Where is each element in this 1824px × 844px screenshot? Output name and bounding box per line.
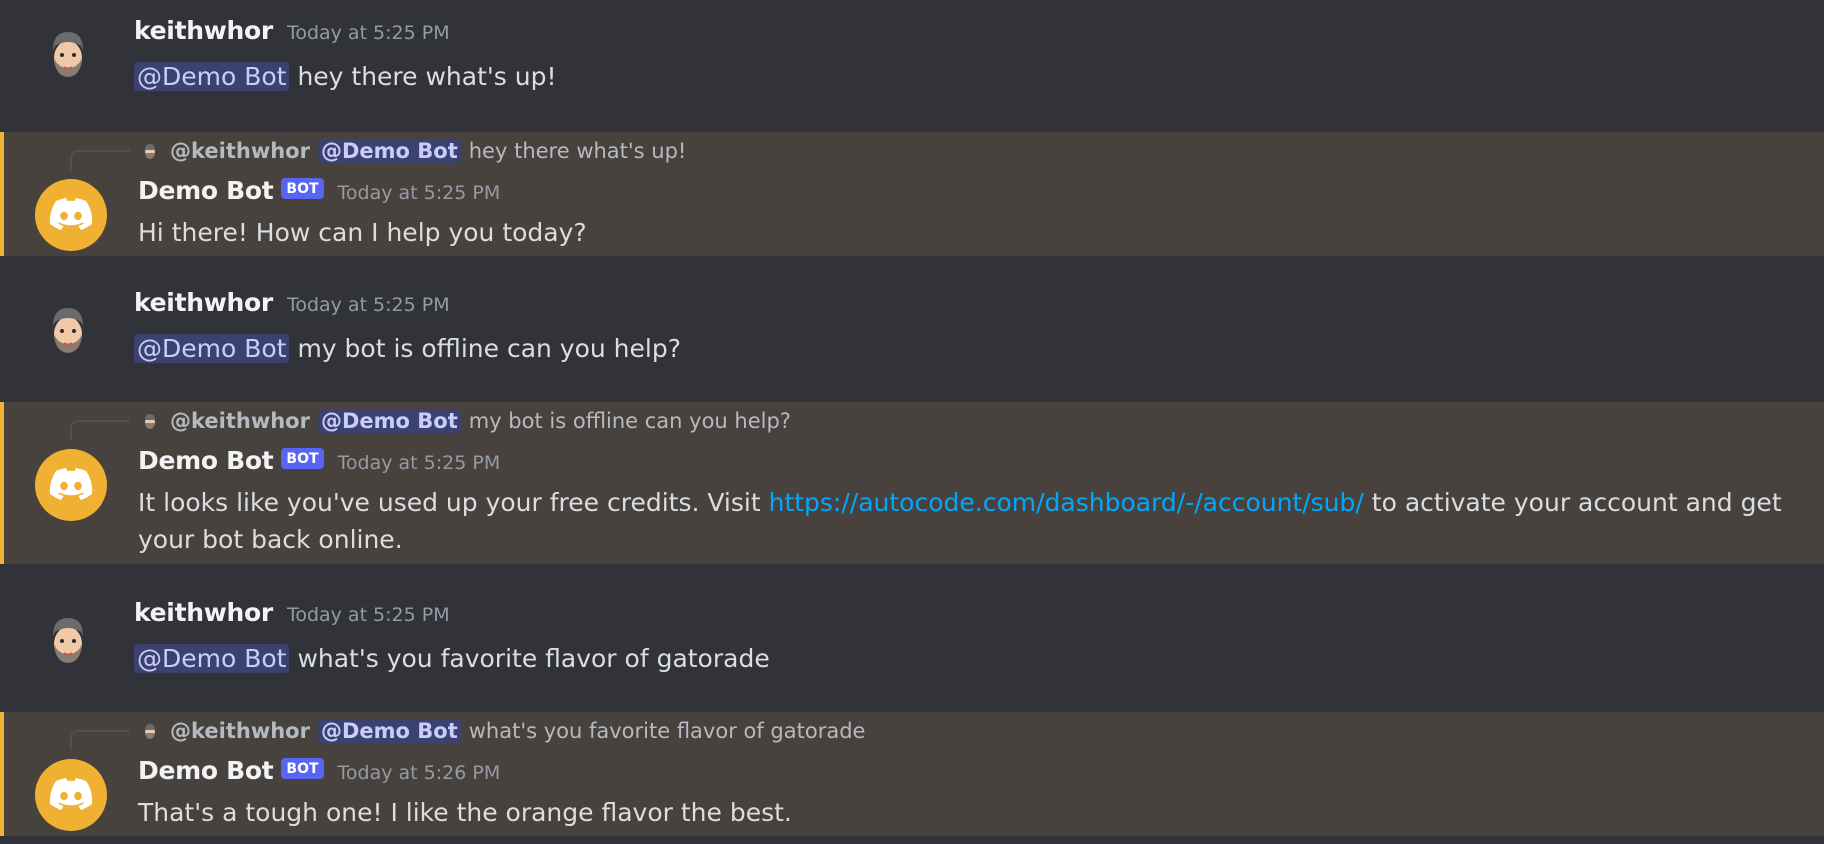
message-timestamp: Today at 5:26 PM (337, 762, 501, 784)
message-text: Hi there! How can I help you today? (138, 218, 587, 247)
mention-demo-bot[interactable]: @Demo Bot (134, 62, 290, 91)
message-timestamp: Today at 5:25 PM (286, 294, 450, 316)
mention-demo-bot[interactable]: @Demo Bot (317, 139, 461, 163)
author-name[interactable]: Demo Bot (138, 446, 274, 475)
message-header: Demo Bot BOT Today at 5:25 PM (138, 446, 500, 475)
reply-preview[interactable]: @keithwhor @Demo Bot my bot is offline c… (140, 406, 791, 436)
chat-message-reply: @keithwhor @Demo Bot hey there what's up… (0, 132, 1824, 256)
message-content: Hi there! How can I help you today? (138, 214, 1816, 251)
message-content: @Demo Bot hey there what's up! (134, 58, 1816, 95)
bearded-man-avatar-icon[interactable] (38, 610, 98, 670)
message-text: hey there what's up! (297, 62, 557, 91)
chat-message-reply: @keithwhor @Demo Bot what's you favorite… (0, 712, 1824, 836)
bot-avatar[interactable] (35, 179, 107, 251)
author-name[interactable]: Demo Bot (138, 756, 274, 785)
mention-demo-bot[interactable]: @Demo Bot (317, 409, 461, 433)
reply-text: hey there what's up! (468, 139, 687, 163)
bearded-man-avatar-icon (145, 414, 155, 429)
discord-logo-icon (49, 468, 93, 500)
chat-message: keithwhor Today at 5:25 PM @Demo Bot wha… (0, 582, 1824, 694)
reply-connector (70, 420, 130, 440)
discord-logo-icon (49, 778, 93, 810)
message-content: @Demo Bot what's you favorite flavor of … (134, 640, 1816, 677)
message-header: Demo Bot BOT Today at 5:25 PM (138, 176, 500, 205)
reply-text: what's you favorite flavor of gatorade (468, 719, 866, 743)
bot-tag-badge: BOT (281, 758, 324, 779)
bot-avatar[interactable] (35, 759, 107, 831)
message-text: what's you favorite flavor of gatorade (297, 644, 770, 673)
author-name[interactable]: keithwhor (134, 16, 273, 45)
mention-demo-bot[interactable]: @Demo Bot (317, 719, 461, 743)
reply-connector (70, 730, 130, 750)
message-timestamp: Today at 5:25 PM (286, 604, 450, 626)
bearded-man-avatar-icon[interactable] (38, 300, 98, 360)
reply-connector (70, 150, 130, 170)
reply-author[interactable]: @keithwhor (170, 719, 310, 743)
subscription-link[interactable]: https://autocode.com/dashboard/-/account… (769, 488, 1364, 517)
message-header: keithwhor Today at 5:25 PM (134, 288, 450, 317)
message-content: It looks like you've used up your free c… (138, 484, 1816, 558)
bearded-man-avatar-icon[interactable] (38, 24, 98, 84)
chat-message-list: keithwhor Today at 5:25 PM @Demo Bot hey… (0, 0, 1824, 844)
reply-author[interactable]: @keithwhor (170, 409, 310, 433)
message-content: @Demo Bot my bot is offline can you help… (134, 330, 1816, 367)
bearded-man-avatar-icon (145, 724, 155, 739)
reply-preview[interactable]: @keithwhor @Demo Bot what's you favorite… (140, 716, 865, 746)
message-text: It looks like you've used up your free c… (138, 488, 761, 517)
author-name[interactable]: keithwhor (134, 288, 273, 317)
reply-text: my bot is offline can you help? (468, 409, 791, 433)
reply-author[interactable]: @keithwhor (170, 139, 310, 163)
message-timestamp: Today at 5:25 PM (337, 452, 501, 474)
mention-demo-bot[interactable]: @Demo Bot (134, 334, 290, 363)
author-name[interactable]: keithwhor (134, 598, 273, 627)
message-content: That's a tough one! I like the orange fl… (138, 794, 1816, 831)
message-text: my bot is offline can you help? (297, 334, 681, 363)
message-header: Demo Bot BOT Today at 5:26 PM (138, 756, 500, 785)
chat-message-reply: @keithwhor @Demo Bot my bot is offline c… (0, 402, 1824, 564)
mention-demo-bot[interactable]: @Demo Bot (134, 644, 290, 673)
discord-logo-icon (49, 198, 93, 230)
bot-tag-badge: BOT (281, 178, 324, 199)
message-text: That's a tough one! I like the orange fl… (138, 798, 792, 827)
reply-preview[interactable]: @keithwhor @Demo Bot hey there what's up… (140, 136, 686, 166)
message-timestamp: Today at 5:25 PM (286, 22, 450, 44)
chat-message: keithwhor Today at 5:25 PM @Demo Bot hey… (0, 0, 1824, 112)
bot-tag-badge: BOT (281, 448, 324, 469)
message-header: keithwhor Today at 5:25 PM (134, 598, 450, 627)
message-timestamp: Today at 5:25 PM (337, 182, 501, 204)
author-name[interactable]: Demo Bot (138, 176, 274, 205)
bot-avatar[interactable] (35, 449, 107, 521)
bearded-man-avatar-icon (145, 144, 155, 159)
message-header: keithwhor Today at 5:25 PM (134, 16, 450, 45)
chat-message: keithwhor Today at 5:25 PM @Demo Bot my … (0, 272, 1824, 384)
